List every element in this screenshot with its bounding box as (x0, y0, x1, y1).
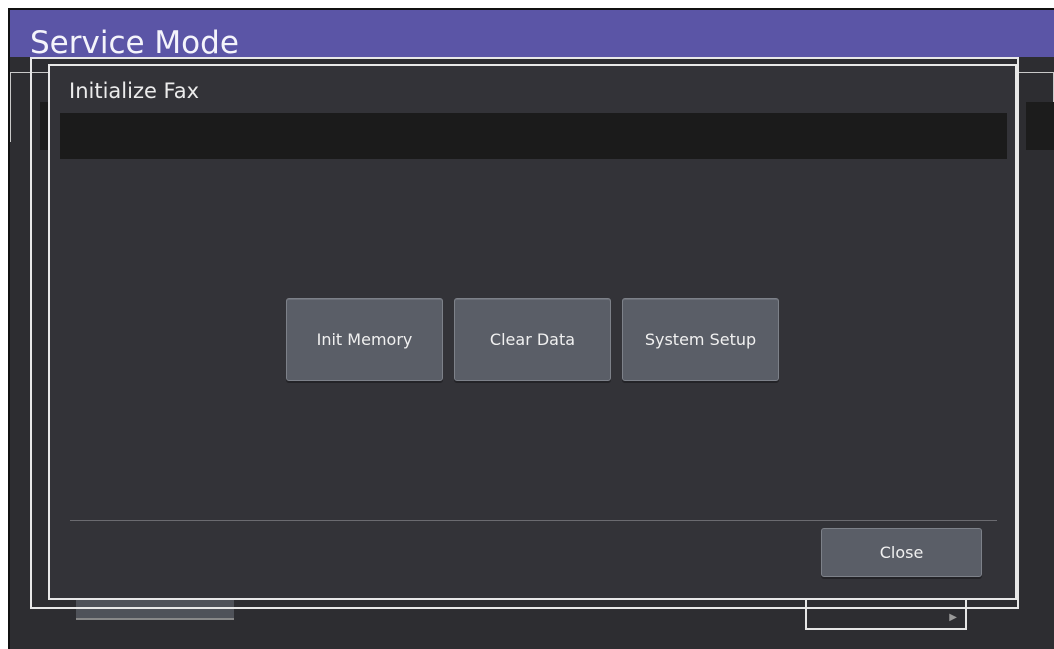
initialize-fax-dialog: Initialize Fax Init Memory Clear Data Sy… (48, 64, 1017, 600)
dialog-footer-divider (70, 520, 997, 521)
background-divider-left (10, 72, 11, 142)
system-setup-button[interactable]: System Setup (622, 298, 779, 381)
background-bar-right (1026, 102, 1054, 150)
init-memory-button[interactable]: Init Memory (286, 298, 443, 381)
triangle-right-icon: ▶ (949, 612, 957, 623)
clear-data-button[interactable]: Clear Data (454, 298, 611, 381)
close-button[interactable]: Close (821, 528, 982, 577)
dialog-title: Initialize Fax (69, 79, 200, 103)
title-bar: Service Mode (10, 10, 1054, 61)
dialog-message-band (60, 113, 1007, 159)
